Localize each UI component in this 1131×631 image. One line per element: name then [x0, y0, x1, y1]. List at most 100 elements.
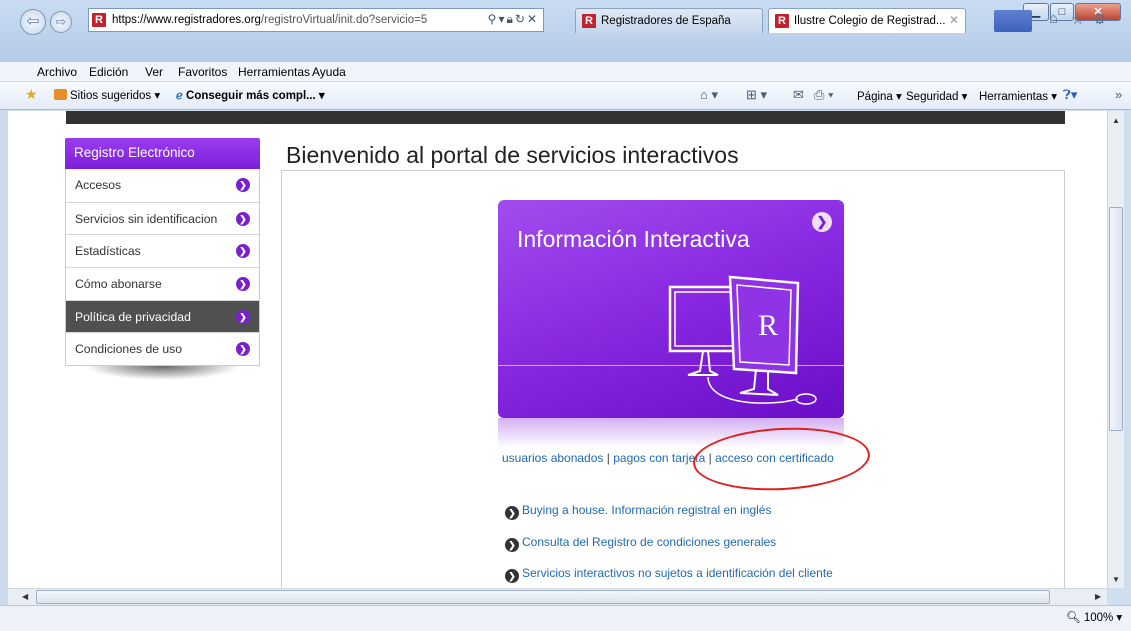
tools-menu-button[interactable]: Herramientas ▾ [979, 89, 1057, 103]
sidebar-menu: Accesos ❯ Servicios sin identificacion ❯… [65, 169, 260, 367]
page-title: Bienvenido al portal de servicios intera… [286, 142, 739, 168]
mail-icon[interactable]: ✉ [793, 87, 804, 103]
tab-registradores[interactable]: R Registradores de España [575, 8, 763, 33]
page-viewport: Registro Electrónico Accesos ❯ Servicios… [8, 111, 1107, 588]
scroll-right-icon[interactable]: ▶ [1095, 592, 1101, 601]
tab-ilustre-colegio[interactable]: R Ilustre Colegio de Registrad... ✕ [768, 8, 966, 33]
favorites-star-icon[interactable]: ☆ [1071, 10, 1084, 28]
service-link-buying-house[interactable]: ❯ Buying a house. Información registral e… [505, 503, 771, 520]
window-frame-left [0, 111, 8, 619]
usuarios-abonados-link[interactable]: usuarios abonados [502, 451, 603, 465]
arrow-right-icon: ❯ [236, 342, 250, 357]
home-toolbar-icon[interactable]: ⌂ ▾ [700, 87, 718, 103]
arrow-bullet-icon: ❯ [505, 538, 519, 552]
computer-monitors-icon: R [668, 275, 817, 405]
service-link-servicios-no-identificados[interactable]: ❯ Servicios interactivos no sujetos a ide… [505, 566, 833, 583]
sidebar-item-label: Accesos [75, 178, 122, 192]
sidebar-item-condiciones-uso[interactable]: Condiciones de uso ❯ [66, 332, 259, 365]
menu-archivo[interactable]: Archivo [37, 65, 77, 79]
site-favicon-icon: R [92, 13, 106, 27]
address-actions[interactable]: ⚲▾🔒︎↻✕ [488, 12, 539, 27]
sidebar-item-como-abonarse[interactable]: Cómo abonarse ❯ [66, 267, 259, 300]
zoom-control[interactable]: 🔍︎ 100% ▾ [1066, 610, 1122, 624]
favorites-star-add-icon[interactable]: ★ [25, 86, 38, 103]
ie-icon: ℯ [176, 90, 183, 102]
stop-icon[interactable]: ✕ [527, 12, 539, 26]
home-icon[interactable]: ⌂ [1049, 10, 1058, 27]
sidebar: Registro Electrónico Accesos ❯ Servicios… [65, 138, 260, 381]
sidebar-item-label: Condiciones de uso [75, 342, 183, 357]
zoom-level: 100% [1083, 612, 1114, 624]
address-bar[interactable]: R https://www.registradores.org/registro… [88, 8, 544, 32]
menu-edicion[interactable]: Edición [89, 65, 128, 79]
sidebar-item-servicios[interactable]: Servicios sin identificacion ❯ [66, 201, 259, 235]
feeds-icon[interactable]: ⊞ ▾ [746, 87, 767, 103]
scroll-left-icon[interactable]: ◀ [22, 592, 28, 601]
service-link-label[interactable]: Servicios interactivos no sujetos a iden… [522, 566, 833, 580]
sidebar-header: Registro Electrónico [65, 138, 260, 169]
tab-title: Ilustre Colegio de Registrad... [794, 15, 946, 27]
page-menu-button[interactable]: Página ▾ [857, 89, 902, 103]
close-tab-icon[interactable]: ✕ [949, 13, 959, 27]
suggested-sites-button[interactable]: Sitios sugeridos ▾ [54, 88, 160, 102]
horizontal-scroll-thumb[interactable] [36, 590, 1050, 604]
tab-title: Registradores de España [601, 15, 731, 27]
help-icon[interactable]: ❓︎▾ [1063, 87, 1077, 103]
arrow-right-icon: ❯ [236, 211, 250, 226]
sidebar-item-label: Cómo abonarse [75, 277, 162, 292]
menu-bar: Archivo Edición Ver Favoritos Herramient… [0, 62, 1131, 82]
pagos-con-tarjeta-link[interactable]: pagos con tarjeta [613, 451, 705, 465]
page-top-stripe [66, 111, 1065, 124]
arrow-right-icon: ❯ [236, 309, 250, 324]
browser-title-bar: ▁ □ ✕ ⇦ ⇨ R https://www.registradores.or… [0, 0, 1131, 62]
sidebar-item-accesos[interactable]: Accesos ❯ [66, 169, 259, 202]
status-bar [0, 605, 1131, 631]
back-button[interactable]: ⇦ [20, 9, 46, 35]
favorites-bar: ★ Sitios sugeridos ▾ ℯ Conseguir más com… [0, 82, 1131, 110]
refresh-icon[interactable]: ↻ [515, 12, 527, 26]
scroll-down-icon[interactable]: ▼ [1112, 575, 1120, 584]
zoom-icon: 🔍︎ [1066, 612, 1081, 624]
url-host: https://www.registradores.org [112, 14, 261, 26]
vertical-scroll-thumb[interactable] [1109, 207, 1123, 431]
banner-title: Información Interactiva [517, 226, 750, 252]
informacion-interactiva-banner[interactable]: Información Interactiva ❯ R [498, 200, 844, 418]
url-text: https://www.registradores.org/registroVi… [112, 14, 427, 26]
tab-favicon-icon: R [582, 14, 596, 28]
get-more-addons-button[interactable]: ℯ Conseguir más compl... ▾ [176, 88, 325, 102]
arrow-bullet-icon: ❯ [505, 569, 519, 583]
sidebar-item-politica-privacidad[interactable]: Política de privacidad ❯ [66, 299, 259, 333]
sidebar-shadow [85, 366, 240, 381]
get-more-label: Conseguir más compl... ▾ [186, 90, 325, 102]
arrow-right-icon: ❯ [236, 178, 250, 192]
service-link-label[interactable]: Consulta del Registro de condiciones gen… [522, 535, 776, 549]
sidebar-item-estadisticas[interactable]: Estadísticas ❯ [66, 234, 259, 267]
service-link-label[interactable]: Buying a house. Información registral en… [522, 503, 771, 517]
print-icon[interactable]: ⎙ ▾ [814, 87, 833, 103]
tab-favicon-icon: R [775, 14, 789, 28]
menu-ayuda[interactable]: Ayuda [312, 65, 346, 79]
forward-button[interactable]: ⇨ [50, 11, 72, 33]
arrow-bullet-icon: ❯ [505, 506, 519, 520]
sidebar-item-label: Estadísticas [75, 244, 141, 259]
svg-text:R: R [758, 309, 778, 342]
arrow-right-icon: ❯ [236, 277, 250, 292]
menu-favoritos[interactable]: Favoritos [178, 65, 227, 79]
banner-arrow-icon[interactable]: ❯ [812, 212, 832, 232]
sidebar-item-label: Política de privacidad [75, 309, 191, 324]
arrow-right-icon: ❯ [236, 244, 250, 259]
toolbar-overflow-icon[interactable]: » [1115, 87, 1122, 102]
menu-ver[interactable]: Ver [145, 65, 163, 79]
settings-gear-icon[interactable]: ⚙ [1093, 10, 1106, 28]
suggested-sites-label: Sitios sugeridos ▾ [70, 90, 161, 102]
menu-herramientas[interactable]: Herramientas [238, 65, 310, 79]
security-menu-button[interactable]: Seguridad ▾ [906, 89, 967, 103]
search-icon[interactable]: ⚲ [488, 12, 499, 26]
service-link-condiciones-generales[interactable]: ❯ Consulta del Registro de condiciones ge… [505, 535, 776, 552]
url-path: /registroVirtual/init.do?servicio=5 [260, 14, 428, 26]
lock-icon: 🔒︎ [506, 12, 515, 26]
scroll-up-icon[interactable]: ▲ [1112, 116, 1120, 125]
new-tab-button[interactable] [994, 10, 1032, 32]
sidebar-item-label: Servicios sin identificacion [75, 211, 218, 226]
separator: | [603, 451, 614, 465]
